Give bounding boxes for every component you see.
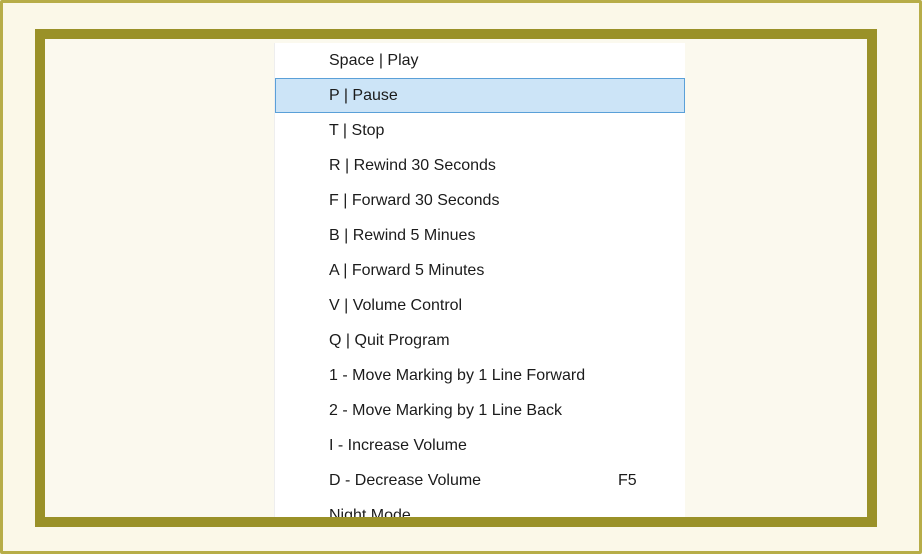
menu-item-move-marking-back[interactable]: 2 - Move Marking by 1 Line Back	[275, 393, 685, 428]
menu-item-shortcut: F5	[618, 472, 637, 489]
menu-item-label: B | Rewind 5 Minues	[329, 227, 476, 244]
menu-item-label: T | Stop	[329, 122, 385, 139]
menu-item-label: A | Forward 5 Minutes	[329, 262, 485, 279]
menu-item-pause[interactable]: P | Pause	[275, 78, 685, 113]
menu-item-forward-30-seconds[interactable]: F | Forward 30 Seconds	[275, 183, 685, 218]
menu-item-forward-5-minutes[interactable]: A | Forward 5 Minutes	[275, 253, 685, 288]
menu-item-night-mode[interactable]: Night Mode	[275, 498, 685, 524]
menu-item-play[interactable]: Space | Play	[275, 43, 685, 78]
menu-item-rewind-5-minutes[interactable]: B | Rewind 5 Minues	[275, 218, 685, 253]
menu-item-label: I - Increase Volume	[329, 437, 467, 454]
menu-item-label: 2 - Move Marking by 1 Line Back	[329, 402, 562, 419]
menu-item-label: P | Pause	[329, 87, 398, 104]
menu-item-label: Q | Quit Program	[329, 332, 450, 349]
outer-frame: Space | Play P | Pause T | Stop R | Rewi…	[0, 0, 922, 554]
menu-item-increase-volume[interactable]: I - Increase Volume	[275, 428, 685, 463]
menu-item-label: 1 - Move Marking by 1 Line Forward	[329, 367, 586, 384]
menu-item-stop[interactable]: T | Stop	[275, 113, 685, 148]
menu-item-label: Night Mode	[329, 507, 411, 524]
menu-item-label: V | Volume Control	[329, 297, 463, 314]
menu-list: Space | Play P | Pause T | Stop R | Rewi…	[275, 43, 685, 524]
menu-item-quit-program[interactable]: Q | Quit Program	[275, 323, 685, 358]
menu-item-move-marking-forward[interactable]: 1 - Move Marking by 1 Line Forward	[275, 358, 685, 393]
menu-item-label: Space | Play	[329, 52, 419, 69]
menu-item-decrease-volume[interactable]: D - Decrease Volume F5	[275, 463, 685, 498]
menu-item-label: R | Rewind 30 Seconds	[329, 157, 496, 174]
context-menu: Space | Play P | Pause T | Stop R | Rewi…	[274, 43, 685, 524]
menu-item-rewind-30-seconds[interactable]: R | Rewind 30 Seconds	[275, 148, 685, 183]
menu-item-volume-control[interactable]: V | Volume Control	[275, 288, 685, 323]
inner-frame: Space | Play P | Pause T | Stop R | Rewi…	[35, 29, 877, 527]
menu-item-label: F | Forward 30 Seconds	[329, 192, 500, 209]
menu-item-label: D - Decrease Volume	[329, 472, 482, 489]
